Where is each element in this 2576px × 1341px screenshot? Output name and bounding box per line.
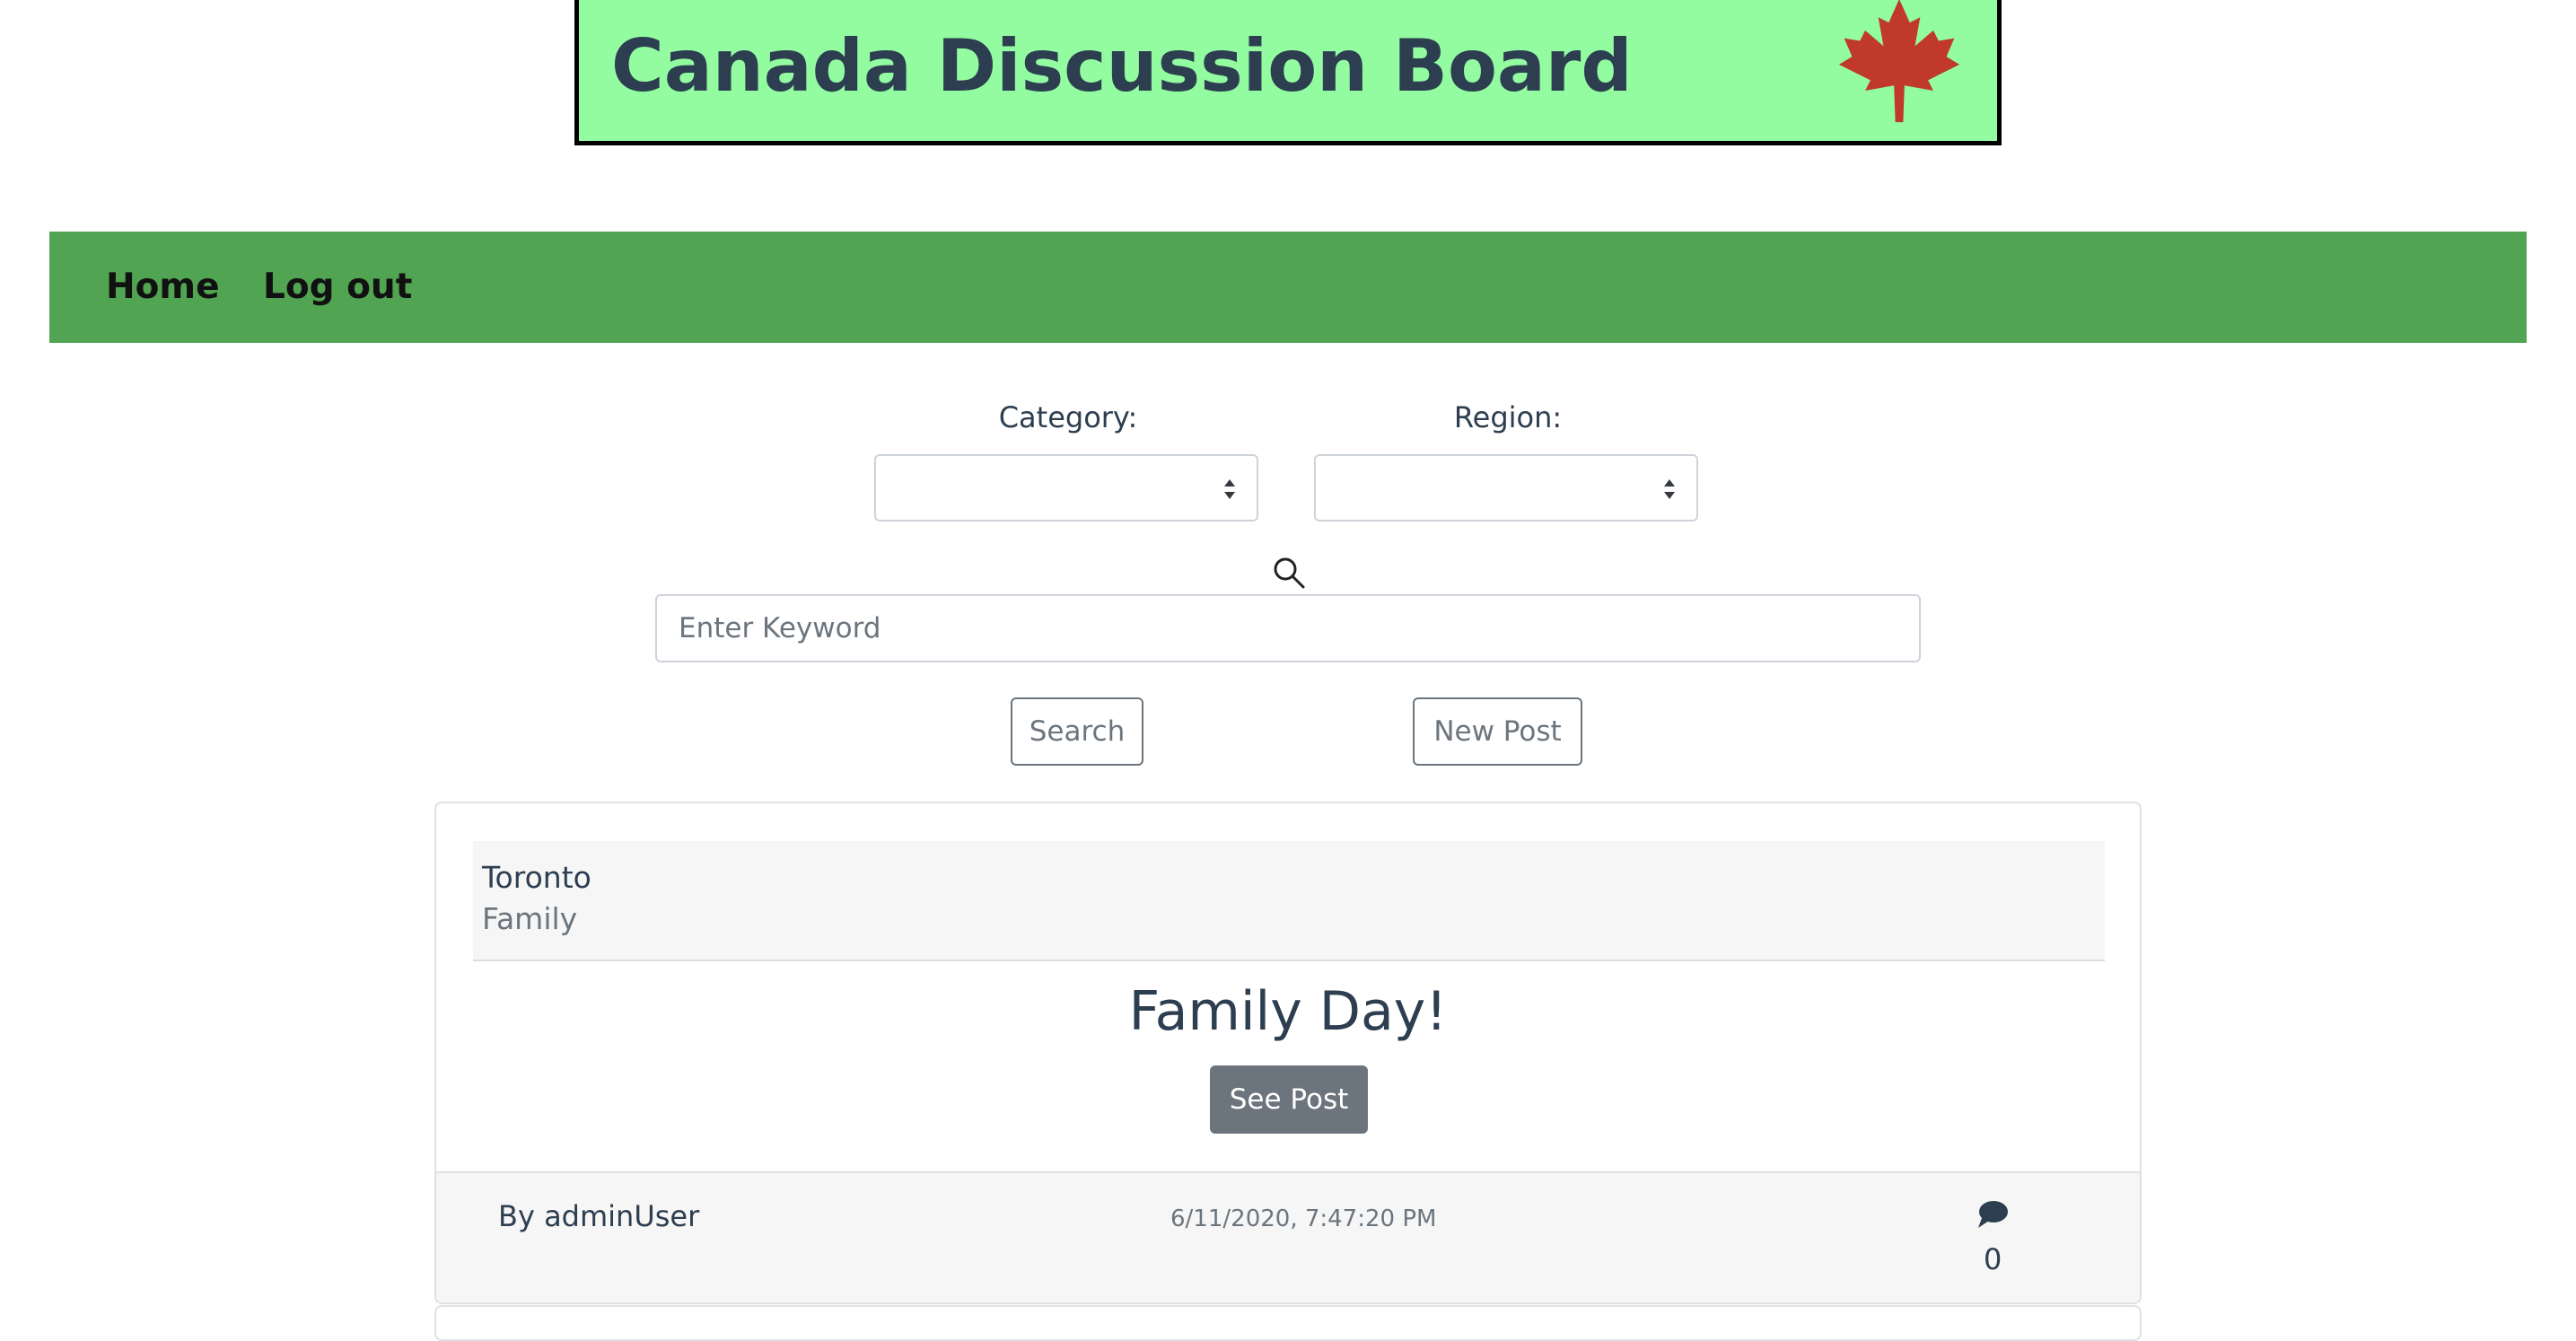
site-title: Canada Discussion Board: [611, 24, 1633, 108]
post-title: Family Day!: [1128, 980, 1448, 1043]
search-icon: [1274, 557, 1305, 589]
comment-icon[interactable]: [1976, 1200, 2009, 1229]
keyword-input[interactable]: [655, 594, 1921, 662]
see-post-button[interactable]: See Post: [1210, 1065, 1368, 1134]
post-category: Family: [482, 901, 578, 936]
site-banner: Canada Discussion Board: [574, 0, 2002, 145]
post-author: By adminUser: [498, 1199, 700, 1233]
comment-count: 0: [1984, 1242, 2002, 1276]
next-post-card: [434, 1305, 2142, 1341]
new-post-button[interactable]: New Post: [1413, 697, 1582, 766]
post-card-header: Toronto Family: [473, 841, 2105, 961]
select-arrows-icon: [1664, 479, 1675, 499]
region-select[interactable]: [1314, 454, 1698, 522]
post-timestamp: 6/11/2020, 7:47:20 PM: [1170, 1205, 1437, 1232]
post-card-footer: By adminUser 6/11/2020, 7:47:20 PM 0: [436, 1171, 2140, 1302]
nav-logout-link[interactable]: Log out: [263, 264, 412, 311]
post-region: Toronto: [482, 860, 591, 895]
category-select[interactable]: [874, 454, 1258, 522]
search-button[interactable]: Search: [1011, 697, 1143, 766]
nav-home-link[interactable]: Home: [106, 264, 220, 311]
select-arrows-icon: [1224, 479, 1235, 499]
maple-leaf-icon: [1838, 0, 1960, 123]
region-label: Region:: [1453, 400, 1563, 434]
main-navbar: Home Log out: [49, 232, 2527, 343]
post-card: Toronto Family Family Day! See Post By a…: [434, 802, 2142, 1304]
category-label: Category:: [998, 400, 1138, 434]
